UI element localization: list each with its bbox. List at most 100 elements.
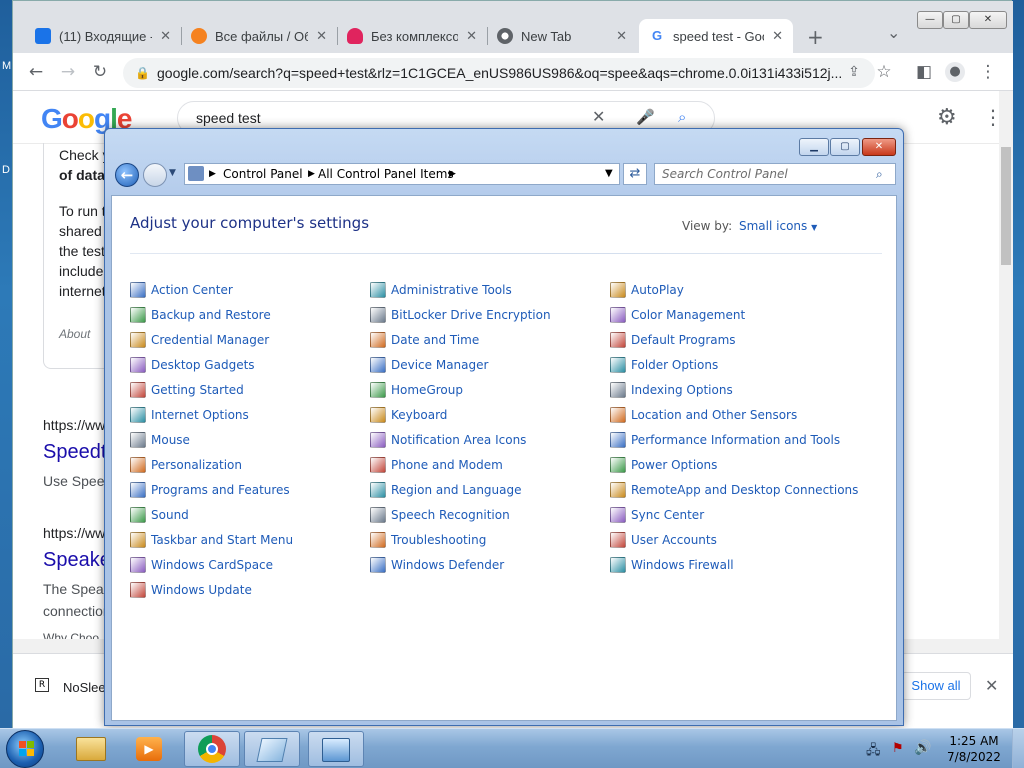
cp-item-windows-firewall[interactable]: Windows Firewall — [610, 557, 734, 573]
cp-item-credential-manager[interactable]: Credential Manager — [130, 332, 269, 348]
tab-new-tab[interactable]: New Tab ✕ — [487, 19, 637, 53]
taskbar-media-player[interactable]: ▶ — [122, 731, 178, 767]
cp-item-administrative-tools[interactable]: Administrative Tools — [370, 282, 512, 298]
cp-item-device-manager[interactable]: Device Manager — [370, 357, 488, 373]
start-button[interactable] — [6, 730, 44, 768]
cp-item-notification-area-icons[interactable]: Notification Area Icons — [370, 432, 526, 448]
cp-item-sync-center[interactable]: Sync Center — [610, 507, 704, 523]
cp-item-windows-defender[interactable]: Windows Defender — [370, 557, 504, 573]
taskbar-chrome[interactable] — [184, 731, 240, 767]
cp-item-homegroup[interactable]: HomeGroup — [370, 382, 463, 398]
forward-icon[interactable]: → — [57, 61, 79, 83]
cp-item-programs-and-features[interactable]: Programs and Features — [130, 482, 290, 498]
close-icon[interactable]: ✕ — [160, 28, 171, 44]
forward-icon[interactable] — [143, 163, 167, 187]
show-desktop-button[interactable] — [1012, 729, 1024, 768]
taskbar-control-panel[interactable] — [308, 731, 364, 767]
cp-item-bitlocker-drive-encryption[interactable]: BitLocker Drive Encryption — [370, 307, 551, 323]
address-bar[interactable]: ▶ Control Panel ▶ All Control Panel Item… — [184, 163, 620, 185]
cp-item-keyboard[interactable]: Keyboard — [370, 407, 447, 423]
cp-item-troubleshooting[interactable]: Troubleshooting — [370, 532, 486, 548]
breadcrumb-control-panel[interactable]: Control Panel — [223, 164, 303, 184]
close-icon[interactable]: ✕ — [316, 28, 327, 44]
tab-search-button[interactable]: ⌄ — [887, 23, 900, 42]
close-button[interactable]: ✕ — [862, 138, 896, 156]
cp-item-personalization[interactable]: Personalization — [130, 457, 242, 473]
close-icon[interactable]: ✕ — [616, 28, 627, 44]
breadcrumb-all-items[interactable]: All Control Panel Items — [318, 164, 454, 184]
tab-bez-kompleksov[interactable]: Без комплексов ✕ — [337, 19, 487, 53]
cp-item-getting-started[interactable]: Getting Started — [130, 382, 244, 398]
bookmark-star-icon[interactable]: ☆ — [873, 61, 895, 83]
result-title[interactable]: Speake — [43, 549, 111, 572]
new-tab-button[interactable]: + — [807, 25, 824, 49]
cp-item-sound[interactable]: Sound — [130, 507, 189, 523]
network-icon[interactable]: 🖧 — [866, 741, 881, 763]
cp-item-taskbar-and-start-menu[interactable]: Taskbar and Start Menu — [130, 532, 293, 548]
cp-item-region-and-language[interactable]: Region and Language — [370, 482, 522, 498]
cp-item-phone-and-modem[interactable]: Phone and Modem — [370, 457, 503, 473]
close-download-bar-icon[interactable]: ✕ — [985, 676, 998, 695]
system-clock[interactable]: 1:25 AM 7/8/2022 — [944, 733, 1004, 765]
action-center-flag-icon[interactable]: ⚑ — [892, 741, 904, 756]
volume-icon[interactable]: 🔊 — [914, 740, 931, 756]
search-control-panel-input[interactable]: Search Control Panel ⌕ — [654, 163, 896, 185]
recent-pages-icon[interactable]: ▼ — [169, 168, 176, 178]
close-icon[interactable]: ✕ — [772, 28, 783, 44]
side-panel-icon[interactable]: ◧ — [913, 61, 935, 83]
cp-item-power-options[interactable]: Power Options — [610, 457, 717, 473]
cp-item-windows-cardspace[interactable]: Windows CardSpace — [130, 557, 273, 573]
download-file-name[interactable]: NoSlee — [63, 680, 106, 695]
chrome-menu-icon[interactable]: ⋮ — [977, 61, 999, 83]
cp-item-folder-options[interactable]: Folder Options — [610, 357, 718, 373]
show-all-button[interactable]: Show all — [901, 672, 971, 700]
cp-item-remoteapp-and-desktop-connections[interactable]: RemoteApp and Desktop Connections — [610, 482, 858, 498]
cp-item-windows-update[interactable]: Windows Update — [130, 582, 252, 598]
chevron-down-icon[interactable]: ▼ — [605, 164, 613, 184]
tab-cloud-files[interactable]: Все файлы / Обл ✕ — [181, 19, 337, 53]
taskbar-explorer[interactable] — [64, 731, 120, 767]
chevron-right-icon[interactable]: ▶ — [308, 164, 315, 184]
cp-item-internet-options[interactable]: Internet Options — [130, 407, 249, 423]
cp-item-date-and-time[interactable]: Date and Time — [370, 332, 479, 348]
omnibox[interactable]: 🔒 google.com/search?q=speed+test&rlz=1C1… — [123, 58, 875, 88]
cp-item-desktop-gadgets[interactable]: Desktop Gadgets — [130, 357, 255, 373]
maximize-button[interactable]: ▢ — [943, 11, 969, 29]
cp-item-action-center[interactable]: Action Center — [130, 282, 233, 298]
scrollbar-thumb[interactable] — [1001, 147, 1011, 265]
cp-item-speech-recognition[interactable]: Speech Recognition — [370, 507, 510, 523]
cp-item-performance-information-and-tools[interactable]: Performance Information and Tools — [610, 432, 840, 448]
search-icon[interactable]: ⌕ — [876, 164, 883, 184]
refresh-icon[interactable]: ⇄ — [623, 163, 647, 185]
cp-item-backup-and-restore[interactable]: Backup and Restore — [130, 307, 271, 323]
minimize-button[interactable]: — — [917, 11, 943, 29]
cp-item-mouse[interactable]: Mouse — [130, 432, 190, 448]
reload-icon[interactable]: ↻ — [89, 61, 111, 83]
cp-item-default-programs[interactable]: Default Programs — [610, 332, 736, 348]
cp-item-user-accounts[interactable]: User Accounts — [610, 532, 717, 548]
tab-mail[interactable]: (11) Входящие - ✕ — [25, 19, 181, 53]
cp-item-location-and-other-sensors[interactable]: Location and Other Sensors — [610, 407, 797, 423]
maximize-button[interactable]: ▢ — [830, 138, 860, 156]
chevron-right-icon[interactable]: ▶ — [449, 164, 456, 184]
chevron-right-icon[interactable]: ▶ — [209, 164, 216, 184]
vertical-scrollbar[interactable] — [999, 91, 1013, 639]
cp-item-autoplay[interactable]: AutoPlay — [610, 282, 684, 298]
apps-menu-icon[interactable]: ⋮ — [983, 105, 999, 129]
view-by-dropdown[interactable]: Small icons ▼ — [739, 219, 817, 233]
cp-item-color-management[interactable]: Color Management — [610, 307, 745, 323]
about-link[interactable]: About — [59, 327, 90, 341]
cp-item-indexing-options[interactable]: Indexing Options — [610, 382, 733, 398]
taskbar-notepad[interactable] — [244, 731, 300, 767]
profile-avatar-icon[interactable]: ● — [945, 62, 965, 82]
gear-icon[interactable]: ⚙ — [937, 105, 957, 130]
minimize-button[interactable]: ▁ — [799, 138, 829, 156]
close-button[interactable]: ✕ — [969, 11, 1007, 29]
close-icon[interactable]: ✕ — [466, 28, 477, 44]
indexing-options-icon — [610, 382, 626, 398]
back-icon[interactable]: ← — [115, 163, 139, 187]
result-title[interactable]: Speedt — [43, 441, 106, 464]
tab-speed-test[interactable]: G speed test - Goo ✕ — [639, 19, 793, 53]
back-icon[interactable]: ← — [25, 61, 47, 83]
share-icon[interactable]: ⇪ — [843, 61, 865, 83]
